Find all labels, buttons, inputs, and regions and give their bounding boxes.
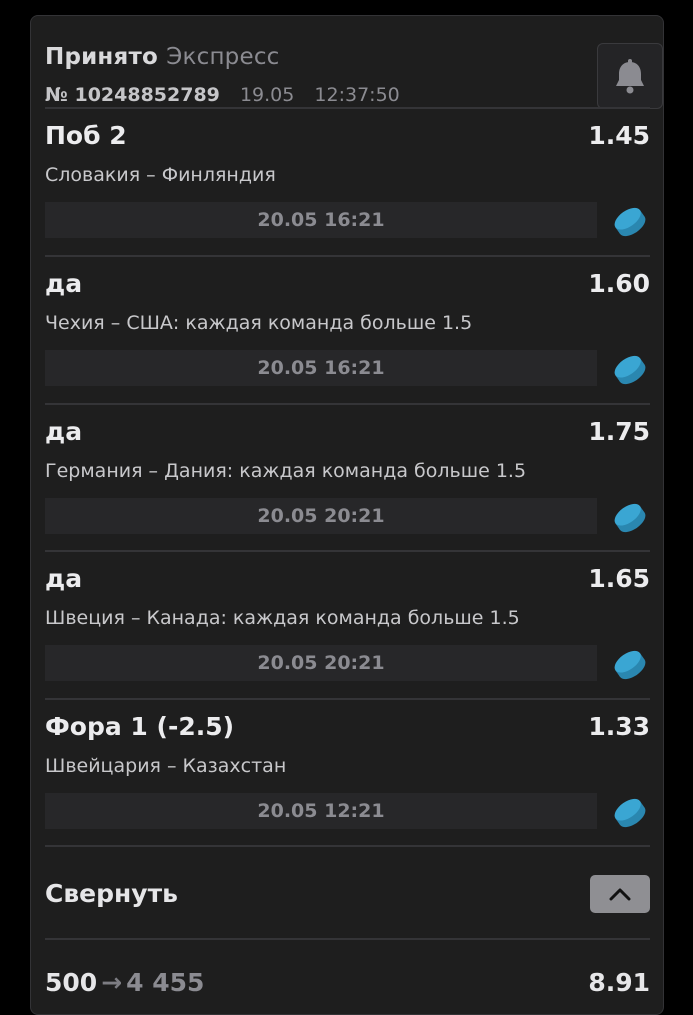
- hockey-puck-icon: [614, 650, 646, 680]
- bet-date: 19.05: [239, 84, 295, 106]
- collapse-button[interactable]: [590, 875, 650, 913]
- bet-odds: 1.33: [588, 712, 650, 741]
- event-datetime: 20.05 16:21: [45, 350, 597, 386]
- arrow-right-icon: →: [101, 968, 123, 997]
- notification-button[interactable]: [597, 43, 663, 109]
- hockey-puck-icon: [614, 207, 646, 237]
- bet-header: Принято Экспресс № 10248852789 19.05 12:…: [45, 30, 663, 110]
- bet-odds: 1.65: [588, 564, 650, 593]
- bet-time: 12:37:50: [314, 84, 400, 106]
- bet-outcome: Фора 1 (-2.5): [45, 712, 235, 741]
- bet-title: Принято Экспресс: [45, 44, 280, 70]
- chevron-up-icon: [609, 888, 631, 901]
- bet-meta: № 10248852789 19.05 12:37:50: [45, 84, 414, 106]
- event-datetime: 20.05 12:21: [45, 793, 597, 829]
- total-odds: 8.91: [588, 968, 650, 997]
- divider: [45, 938, 650, 940]
- event-datetime: 20.05 20:21: [45, 498, 597, 534]
- potential-win: 4 455: [126, 968, 205, 997]
- bet-outcome: да: [45, 269, 83, 298]
- bet-card: Принято Экспресс № 10248852789 19.05 12:…: [30, 15, 664, 1015]
- bet-item: Фора 1 (-2.5) 1.33 Швейцария – Казахстан…: [45, 700, 650, 846]
- bet-outcome: да: [45, 417, 83, 446]
- stake-and-win: 500 → 4 455: [45, 968, 204, 997]
- collapse-row[interactable]: Свернуть: [45, 847, 650, 939]
- bet-event[interactable]: Германия – Дания: каждая команда больше …: [45, 460, 526, 482]
- bet-outcome: Поб 2: [45, 121, 127, 150]
- bet-item: да 1.60 Чехия – США: каждая команда боль…: [45, 257, 650, 403]
- bet-outcome: да: [45, 564, 83, 593]
- bet-item: да 1.75 Германия – Дания: каждая команда…: [45, 405, 650, 551]
- bet-status: Принято: [45, 44, 159, 70]
- bet-type: Экспресс: [166, 44, 280, 70]
- event-datetime: 20.05 16:21: [45, 202, 597, 238]
- bet-item: да 1.65 Швеция – Канада: каждая команда …: [45, 552, 650, 698]
- bet-odds: 1.45: [588, 121, 650, 150]
- bet-event[interactable]: Швейцария – Казахстан: [45, 755, 286, 777]
- hockey-puck-icon: [614, 355, 646, 385]
- hockey-puck-icon: [614, 798, 646, 828]
- bet-odds: 1.75: [588, 417, 650, 446]
- bet-summary: 500 → 4 455 8.91: [45, 952, 650, 1002]
- bet-item: Поб 2 1.45 Словакия – Финляндия 20.05 16…: [45, 109, 650, 255]
- event-datetime: 20.05 20:21: [45, 645, 597, 681]
- bell-icon: [616, 59, 644, 94]
- bet-event[interactable]: Швеция – Канада: каждая команда больше 1…: [45, 607, 520, 629]
- bet-odds: 1.60: [588, 269, 650, 298]
- collapse-label: Свернуть: [45, 879, 178, 908]
- bet-event[interactable]: Чехия – США: каждая команда больше 1.5: [45, 312, 472, 334]
- stake-amount: 500: [45, 968, 98, 997]
- hockey-puck-icon: [614, 503, 646, 533]
- bet-number: № 10248852789: [45, 84, 220, 106]
- bet-event[interactable]: Словакия – Финляндия: [45, 164, 276, 186]
